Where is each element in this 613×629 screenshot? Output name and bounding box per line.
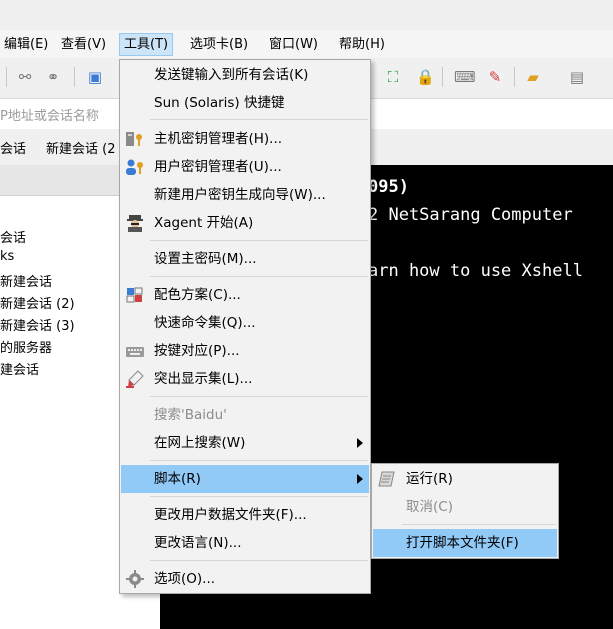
fullscreen-icon[interactable]: ⛶: [384, 68, 402, 86]
menu-item-set-master-password[interactable]: 设置主密码(M)...: [121, 245, 369, 273]
submenu-item-label: 取消(C): [406, 499, 453, 515]
menu-item-label: 按键对应(P)...: [154, 343, 240, 359]
terminal-line: arn how to use Xshell: [368, 261, 583, 281]
menu-separator: [150, 460, 368, 461]
menu-item-label: Sun (Solaris) 快捷键: [154, 95, 285, 111]
menu-tabs[interactable]: 选项卡(B): [186, 34, 252, 55]
submenu-item-label: 打开脚本文件夹(F): [406, 535, 519, 551]
highlighter-icon: [125, 370, 145, 388]
menu-item-label: 搜索'Baidu': [154, 407, 227, 423]
toolbar-separator: [514, 67, 515, 87]
menu-window[interactable]: 窗口(W): [265, 34, 322, 55]
menu-item-label: 设置主密码(M)...: [154, 251, 257, 267]
menu-item-new-user-key-wizard[interactable]: 新建用户密钥生成向导(W)...: [121, 181, 369, 209]
menu-separator: [150, 276, 368, 277]
menu-separator: [402, 524, 556, 525]
reconnect-icon[interactable]: ⚭: [44, 68, 62, 86]
menu-item-label: 发送键输入到所有会话(K): [154, 67, 309, 83]
disconnect-icon[interactable]: ⚯: [16, 68, 34, 86]
tree-item[interactable]: 新建会话 (2): [0, 293, 75, 312]
menu-item-xagent-start[interactable]: Xagent 开始(A): [121, 209, 369, 237]
tree-item[interactable]: ks: [0, 249, 14, 264]
menu-separator: [150, 496, 368, 497]
menu-item-label: 选项(O)...: [154, 571, 216, 587]
highlighter-icon[interactable]: ✎: [486, 68, 504, 86]
menu-separator: [150, 396, 368, 397]
tree-item[interactable]: 会话: [0, 227, 26, 246]
terminal-line: 095): [368, 177, 409, 197]
menu-bar: 编辑(E) 查看(V) 工具(T) 选项卡(B) 窗口(W) 帮助(H): [0, 30, 613, 58]
menu-item-search-baidu: 搜索'Baidu': [121, 401, 369, 429]
menu-tools[interactable]: 工具(T): [119, 33, 174, 56]
menu-separator: [150, 560, 368, 561]
toolbar-separator: [442, 67, 443, 87]
menu-item-label: 脚本(R): [154, 471, 201, 487]
gear-icon: [125, 570, 145, 588]
menu-separator: [150, 240, 368, 241]
tools-menu: 发送键输入到所有会话(K) Sun (Solaris) 快捷键 主机密钥管理者(…: [119, 59, 371, 594]
submenu-arrow-icon: [357, 474, 363, 484]
host-key-icon: [125, 130, 145, 148]
menu-item-label: 配色方案(C)...: [154, 287, 241, 303]
tree-item[interactable]: 新建会话: [0, 271, 52, 290]
submenu-item-run[interactable]: 运行(R): [373, 465, 557, 493]
new-folder-icon[interactable]: ▰: [524, 68, 542, 86]
lock-icon[interactable]: 🔒: [416, 68, 435, 86]
menu-item-host-key-manager[interactable]: 主机密钥管理者(H)...: [121, 125, 369, 153]
toolbar-separator: [6, 67, 7, 87]
menu-item-label: Xagent 开始(A): [154, 215, 254, 231]
menu-item-highlight-sets[interactable]: 突出显示集(L)...: [121, 365, 369, 393]
menu-help[interactable]: 帮助(H): [335, 34, 389, 55]
menu-item-label: 用户密钥管理者(U)...: [154, 159, 282, 175]
tree-item[interactable]: 的服务器: [0, 337, 52, 356]
menu-edit[interactable]: 编辑(E): [0, 34, 52, 55]
menu-item-label: 突出显示集(L)...: [154, 371, 253, 387]
color-scheme-icon: [125, 286, 145, 304]
layout-icon[interactable]: ▤: [568, 68, 586, 86]
submenu-item-open-script-folder[interactable]: 打开脚本文件夹(F): [373, 529, 557, 557]
tab-session[interactable]: 会话: [0, 138, 26, 157]
properties-icon[interactable]: ▣: [86, 68, 104, 86]
menu-item-label: 更改语言(N)...: [154, 535, 242, 551]
menu-item-color-scheme[interactable]: 配色方案(C)...: [121, 281, 369, 309]
agent-icon: [125, 214, 145, 232]
address-placeholder: P地址或会话名称: [0, 109, 99, 124]
submenu-arrow-icon: [357, 438, 363, 448]
menu-item-label: 新建用户密钥生成向导(W)...: [154, 187, 326, 203]
menu-view[interactable]: 查看(V): [57, 34, 110, 55]
menu-separator: [150, 119, 368, 120]
menu-item-label: 更改用户数据文件夹(F)...: [154, 507, 307, 523]
menu-item-search-web[interactable]: 在网上搜索(W): [121, 429, 369, 457]
menu-item-key-mapping[interactable]: 按键对应(P)...: [121, 337, 369, 365]
menu-item-change-language[interactable]: 更改语言(N)...: [121, 529, 369, 557]
menu-item-script[interactable]: 脚本(R): [121, 465, 369, 493]
keyboard-icon[interactable]: ⌨: [454, 68, 476, 86]
submenu-item-label: 运行(R): [406, 471, 453, 487]
user-key-icon: [125, 158, 145, 176]
menu-item-label: 主机密钥管理者(H)...: [154, 131, 283, 147]
script-submenu: 运行(R) 取消(C) 打开脚本文件夹(F): [371, 463, 559, 559]
menu-item-user-key-manager[interactable]: 用户密钥管理者(U)...: [121, 153, 369, 181]
tree-item[interactable]: 新建会话 (3): [0, 315, 75, 334]
menu-item-label: 在网上搜索(W): [154, 435, 246, 451]
menu-item-quick-commands[interactable]: 快速命令集(Q)...: [121, 309, 369, 337]
menu-item-change-user-data-folder[interactable]: 更改用户数据文件夹(F)...: [121, 501, 369, 529]
menu-item-send-key-to-all[interactable]: 发送键输入到所有会话(K): [121, 61, 369, 89]
tab-new-session-2[interactable]: 新建会话 (2: [46, 138, 115, 157]
submenu-item-cancel: 取消(C): [373, 493, 557, 521]
menu-item-options[interactable]: 选项(O)...: [121, 565, 369, 593]
toolbar-separator: [74, 67, 75, 87]
terminal-line: 2 NetSarang Computer: [368, 205, 573, 225]
keyboard-icon: [125, 342, 145, 360]
menu-item-sun-shortcuts[interactable]: Sun (Solaris) 快捷键: [121, 89, 369, 117]
tree-item[interactable]: 建会话: [0, 359, 39, 378]
menu-item-label: 快速命令集(Q)...: [154, 315, 256, 331]
